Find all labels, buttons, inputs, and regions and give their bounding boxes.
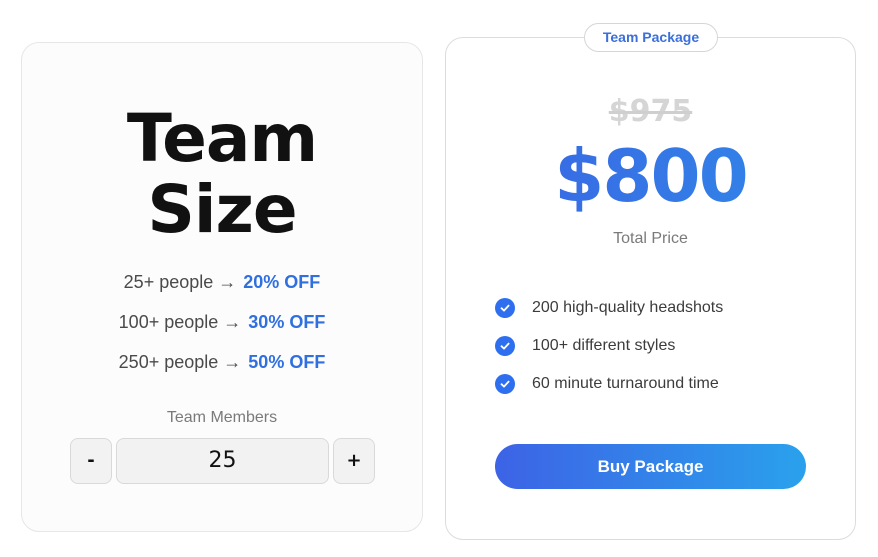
increment-button[interactable]: + <box>333 438 375 484</box>
team-members-input[interactable]: 25 <box>116 438 329 484</box>
feature-item: 100+ different styles <box>495 327 723 365</box>
tier-people: 250+ people → <box>118 352 242 372</box>
team-members-label: Team Members <box>166 409 278 426</box>
original-price: $975 <box>608 94 693 129</box>
check-icon <box>495 374 515 394</box>
decrement-button[interactable]: - <box>70 438 112 484</box>
feature-item: 200 high-quality headshots <box>495 289 723 327</box>
discount-tier: 25+ people → 20% OFF <box>22 270 422 310</box>
team-size-title: Team Size <box>22 103 422 245</box>
tier-discount: 30% OFF <box>248 312 326 332</box>
feature-text: 100+ different styles <box>532 337 676 354</box>
buy-package-button[interactable]: Buy Package <box>495 444 806 489</box>
total-price: $800 <box>446 134 855 218</box>
total-price-caption: Total Price <box>613 230 688 247</box>
tier-people: 25+ people → <box>123 272 237 292</box>
feature-list: 200 high-quality headshots 100+ differen… <box>495 289 723 403</box>
team-size-card: Team Size 25+ people → 20% OFF 100+ peop… <box>21 42 423 532</box>
discount-tier-list: 25+ people → 20% OFF 100+ people → 30% O… <box>22 270 422 390</box>
feature-text: 200 high-quality headshots <box>532 299 724 316</box>
tier-people: 100+ people → <box>118 312 242 332</box>
check-icon <box>495 336 515 356</box>
title-line-1: Team <box>126 100 318 177</box>
feature-item: 60 minute turnaround time <box>495 365 723 403</box>
tier-discount: 20% OFF <box>243 272 321 292</box>
feature-text: 60 minute turnaround time <box>532 375 719 392</box>
package-badge: Team Package <box>584 23 718 52</box>
discount-tier: 250+ people → 50% OFF <box>22 350 422 390</box>
discount-tier: 100+ people → 30% OFF <box>22 310 422 350</box>
tier-discount: 50% OFF <box>248 352 326 372</box>
title-line-2: Size <box>147 171 297 248</box>
team-package-card: Team Package $975 $800 Total Price 200 h… <box>445 23 856 540</box>
check-icon <box>495 298 515 318</box>
